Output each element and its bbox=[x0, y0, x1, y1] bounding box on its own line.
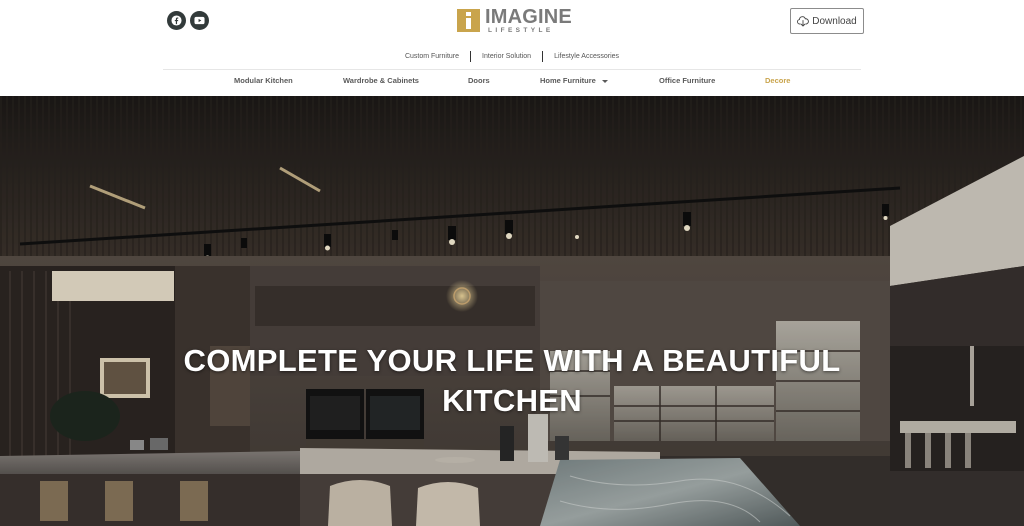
nav-home-furniture-label: Home Furniture bbox=[540, 76, 596, 85]
nav-doors[interactable]: Doors bbox=[468, 76, 490, 85]
brand-logo[interactable]: IMAGINE LIFESTYLE bbox=[457, 7, 572, 37]
logo-text: IMAGINE LIFESTYLE bbox=[485, 7, 572, 35]
nav-decore[interactable]: Decore bbox=[765, 76, 790, 85]
sub-nav-interior-solution[interactable]: Interior Solution bbox=[471, 53, 542, 60]
logo-mark-icon bbox=[457, 9, 480, 32]
nav-modular-kitchen[interactable]: Modular Kitchen bbox=[234, 76, 293, 85]
download-label: Download bbox=[812, 15, 857, 27]
brand-tagline: LIFESTYLE bbox=[488, 27, 554, 34]
cloud-download-icon bbox=[797, 15, 810, 26]
chevron-down-icon bbox=[601, 79, 608, 83]
social-links bbox=[167, 11, 209, 30]
hero-heading-line-1: COMPLETE YOUR LIFE WITH A BEAUTIFUL bbox=[183, 342, 841, 378]
secondary-nav: Custom Furniture Interior Solution Lifes… bbox=[0, 49, 1024, 63]
youtube-link[interactable] bbox=[190, 11, 209, 30]
sub-nav-lifestyle-accessories[interactable]: Lifestyle Accessories bbox=[543, 53, 630, 60]
hero-heading-line-2: KITCHEN bbox=[442, 382, 582, 418]
nav-office-furniture[interactable]: Office Furniture bbox=[659, 76, 715, 85]
facebook-icon bbox=[171, 15, 182, 26]
hero-kitchen-image bbox=[0, 96, 1024, 526]
sub-nav-custom-furniture[interactable]: Custom Furniture bbox=[394, 53, 470, 60]
nav-home-furniture[interactable]: Home Furniture bbox=[540, 76, 608, 85]
nav-wardrobe-cabinets[interactable]: Wardrobe & Cabinets bbox=[343, 76, 419, 85]
page: IMAGINE LIFESTYLE Download Custom Furnit… bbox=[0, 0, 1024, 526]
download-button[interactable]: Download bbox=[790, 8, 864, 34]
hero-banner: COMPLETE YOUR LIFE WITH A BEAUTIFUL KITC… bbox=[0, 96, 1024, 526]
hero-heading: COMPLETE YOUR LIFE WITH A BEAUTIFUL KITC… bbox=[0, 341, 1024, 421]
youtube-icon bbox=[194, 16, 205, 25]
brand-name: IMAGINE bbox=[485, 6, 572, 28]
primary-nav: Modular Kitchen Wardrobe & Cabinets Door… bbox=[0, 76, 1024, 90]
facebook-link[interactable] bbox=[167, 11, 186, 30]
header-divider bbox=[163, 69, 861, 70]
site-header: IMAGINE LIFESTYLE Download Custom Furnit… bbox=[0, 0, 1024, 96]
